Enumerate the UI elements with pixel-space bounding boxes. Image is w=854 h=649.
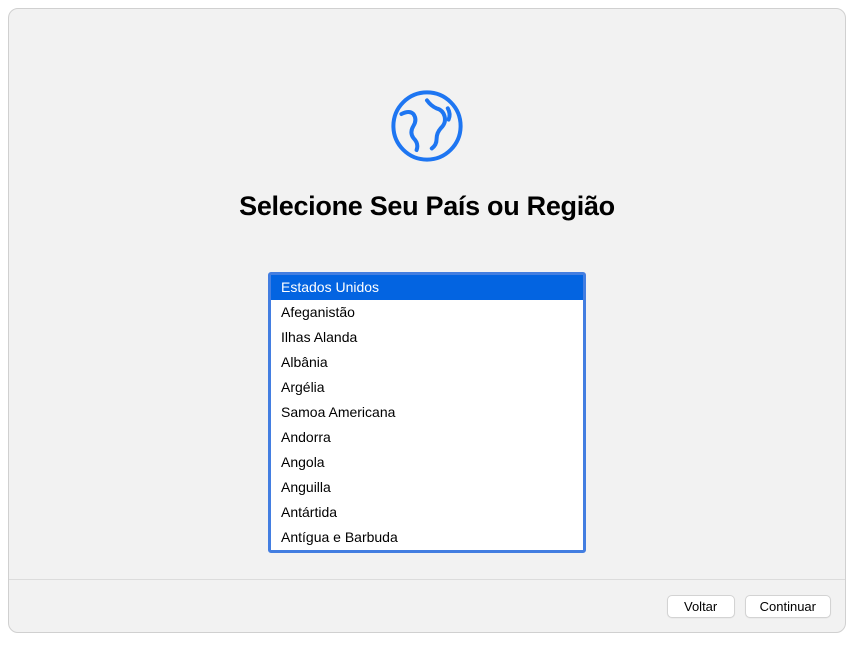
setup-window: Selecione Seu País ou Região Estados Uni… xyxy=(8,8,846,633)
country-list-item[interactable]: Afeganistão xyxy=(271,300,583,325)
country-list-item[interactable]: Angola xyxy=(271,450,583,475)
country-list-item[interactable]: Argélia xyxy=(271,375,583,400)
country-listbox[interactable]: Estados UnidosAfeganistãoIlhas AlandaAlb… xyxy=(268,272,586,553)
country-list-item[interactable]: Estados Unidos xyxy=(271,275,583,300)
country-list-item[interactable]: Antártida xyxy=(271,500,583,525)
country-list-item[interactable]: Samoa Americana xyxy=(271,400,583,425)
country-list-item[interactable]: Albânia xyxy=(271,350,583,375)
country-list-item[interactable]: Ilhas Alanda xyxy=(271,325,583,350)
country-list-item[interactable]: Antígua e Barbuda xyxy=(271,525,583,550)
footer-bar: Voltar Continuar xyxy=(9,579,845,632)
back-button[interactable]: Voltar xyxy=(667,595,735,618)
country-list-item[interactable]: Anguilla xyxy=(271,475,583,500)
continue-button[interactable]: Continuar xyxy=(745,595,831,618)
country-list-item[interactable]: Andorra xyxy=(271,425,583,450)
globe-icon xyxy=(382,81,472,171)
page-title: Selecione Seu País ou Região xyxy=(239,191,615,222)
main-content: Selecione Seu País ou Região Estados Uni… xyxy=(9,9,845,632)
